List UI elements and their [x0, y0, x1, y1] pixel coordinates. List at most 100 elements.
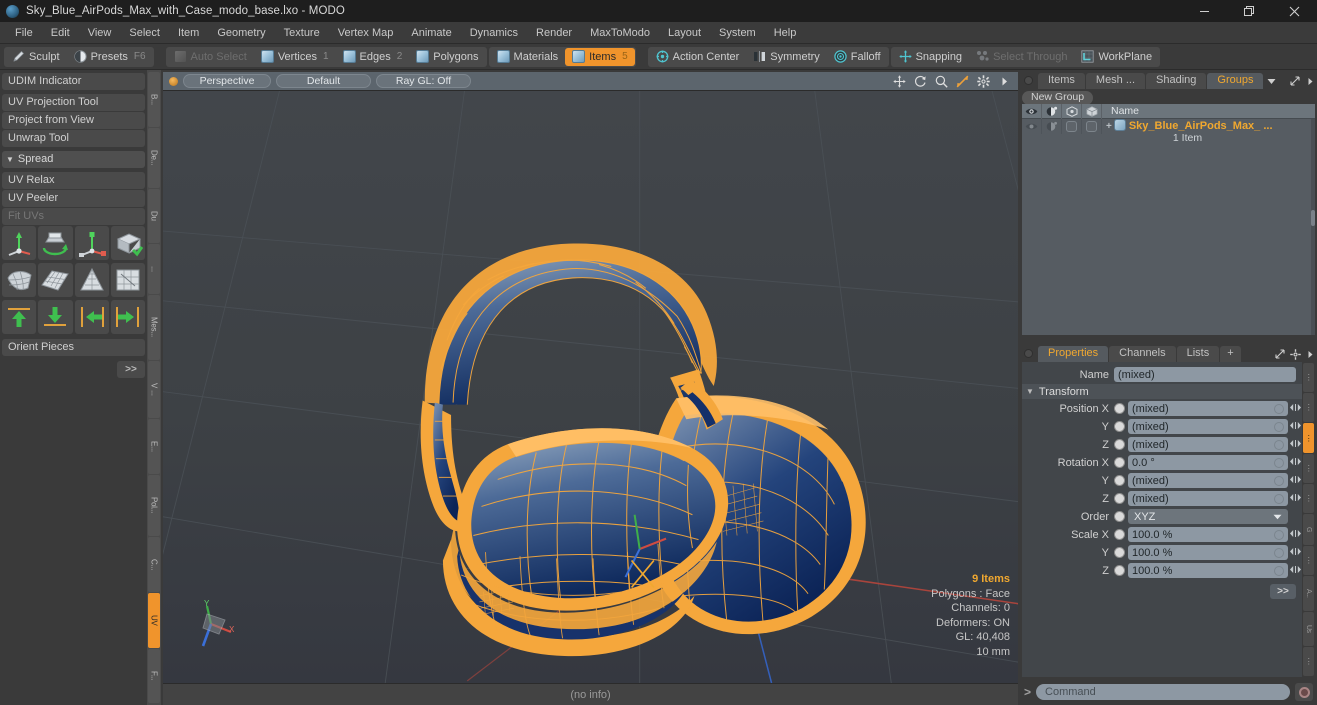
- expand-icon[interactable]: [1273, 346, 1287, 362]
- tool-uv-peeler[interactable]: UV Peeler: [2, 190, 145, 207]
- uv-move-icon[interactable]: [2, 226, 37, 260]
- mode-button-snapping[interactable]: Snapping: [891, 47, 970, 66]
- property-spinner[interactable]: [1288, 547, 1302, 559]
- mode-button-polygons[interactable]: Polygons: [409, 47, 486, 66]
- property-spinner[interactable]: [1288, 421, 1302, 433]
- mode-button-vertices[interactable]: Vertices 1: [253, 47, 336, 66]
- property-value-field[interactable]: (mixed): [1128, 437, 1288, 452]
- left-vtab-3[interactable]: ...: [148, 243, 160, 295]
- menu-item-select[interactable]: Select: [120, 22, 169, 44]
- property-key-toggle[interactable]: [1114, 403, 1125, 414]
- mode-button-items[interactable]: Items 5: [565, 47, 635, 66]
- property-value-field[interactable]: (mixed): [1128, 473, 1288, 488]
- mode-button-falloff[interactable]: Falloff: [826, 47, 888, 66]
- raygl-chip[interactable]: Ray GL: Off: [376, 74, 471, 88]
- property-spinner[interactable]: [1288, 439, 1302, 451]
- mode-button-sculpt[interactable]: Sculpt: [5, 47, 67, 66]
- viewport-menu-dot[interactable]: [169, 76, 178, 86]
- rotate-icon[interactable]: [912, 73, 928, 89]
- tab-properties[interactable]: Properties: [1038, 346, 1109, 362]
- chevron-right-icon[interactable]: [996, 73, 1012, 89]
- expand-icon[interactable]: [1288, 73, 1302, 89]
- menu-item-dynamics[interactable]: Dynamics: [461, 22, 527, 44]
- left-vtab-7[interactable]: Pol...: [148, 474, 160, 536]
- property-spinner[interactable]: [1288, 493, 1302, 505]
- right-strip-cell-4[interactable]: ⋮: [1303, 483, 1314, 514]
- menu-item-animate[interactable]: Animate: [402, 22, 460, 44]
- properties-more-button[interactable]: >>: [1270, 584, 1296, 599]
- record-icon[interactable]: [1295, 683, 1313, 701]
- right-strip-cell-9[interactable]: ⋮: [1303, 646, 1314, 677]
- uv-scale-icon[interactable]: [74, 226, 109, 260]
- mode-button-workplane[interactable]: WorkPlane: [1074, 47, 1160, 66]
- eye-icon[interactable]: [1022, 103, 1042, 119]
- property-value-field[interactable]: (mixed): [1128, 401, 1288, 416]
- left-vtab-9[interactable]: UV: [148, 593, 160, 649]
- orient-pieces-button[interactable]: Orient Pieces: [2, 339, 145, 356]
- mode-button-presets[interactable]: Presets F6: [66, 47, 153, 66]
- left-vtab-6[interactable]: E...: [148, 418, 160, 474]
- align-up-icon[interactable]: [2, 300, 37, 334]
- uv-quad-icon[interactable]: [110, 263, 145, 297]
- groups-scrollbar[interactable]: [1311, 119, 1315, 335]
- tab-mesh[interactable]: Mesh ...: [1085, 73, 1146, 89]
- tab-items[interactable]: Items: [1038, 73, 1085, 89]
- shading-mode-chip[interactable]: Default: [276, 74, 371, 88]
- property-value-field[interactable]: (mixed): [1128, 491, 1288, 506]
- chevron-right-icon[interactable]: [1303, 73, 1317, 89]
- transform-section-header[interactable]: ▼ Transform: [1022, 384, 1302, 399]
- menu-item-item[interactable]: Item: [169, 22, 208, 44]
- property-key-toggle[interactable]: [1114, 565, 1125, 576]
- expand-icon[interactable]: +: [1106, 121, 1112, 132]
- menu-item-texture[interactable]: Texture: [275, 22, 329, 44]
- left-vtab-10[interactable]: F...: [148, 649, 160, 703]
- uv-rotate-icon[interactable]: [38, 226, 73, 260]
- right-strip-cell-2[interactable]: ⋮: [1303, 423, 1314, 453]
- menu-item-geometry[interactable]: Geometry: [208, 22, 274, 44]
- left-vtab-8[interactable]: C...: [148, 536, 160, 593]
- align-down-icon[interactable]: [38, 300, 73, 334]
- tool-udim-indicator[interactable]: UDIM Indicator: [2, 73, 145, 90]
- mode-button-action-center[interactable]: Action Center: [648, 47, 747, 66]
- menu-item-file[interactable]: File: [6, 22, 42, 44]
- left-vtab-1[interactable]: De...: [148, 128, 160, 188]
- tab-groups[interactable]: Groups: [1207, 73, 1264, 89]
- render-icon[interactable]: [1042, 103, 1062, 119]
- left-more-button[interactable]: >>: [117, 361, 145, 378]
- left-vtab-2[interactable]: Du: [148, 188, 160, 243]
- chevron-right-icon[interactable]: [1303, 346, 1317, 362]
- 3d-viewport[interactable]: Y X 9 Items Polygons : Face Channels: 0 …: [163, 91, 1018, 683]
- property-key-toggle[interactable]: [1114, 475, 1125, 486]
- property-key-toggle[interactable]: [1114, 421, 1125, 432]
- command-input[interactable]: Command: [1036, 684, 1290, 700]
- align-left-icon[interactable]: [74, 300, 109, 334]
- left-vtab-4[interactable]: Mes...: [148, 295, 160, 360]
- shadow-icon[interactable]: [1062, 103, 1082, 119]
- property-key-toggle[interactable]: [1114, 529, 1125, 540]
- right-strip-cell-0[interactable]: ⋮: [1303, 363, 1314, 393]
- property-spinner[interactable]: [1288, 475, 1302, 487]
- right-strip-cell-8[interactable]: Us: [1303, 612, 1314, 646]
- move-icon[interactable]: [891, 73, 907, 89]
- uv-grid-icon[interactable]: [38, 263, 73, 297]
- close-button[interactable]: [1272, 0, 1317, 22]
- menu-item-maxtomodo[interactable]: MaxToModo: [581, 22, 659, 44]
- tab-lists[interactable]: Lists: [1176, 346, 1220, 362]
- minimize-button[interactable]: [1182, 0, 1227, 22]
- panel-menu-dot[interactable]: [1024, 76, 1033, 85]
- tool-uv-projection-tool[interactable]: UV Projection Tool: [2, 94, 145, 111]
- uv-unwrap-icon[interactable]: [2, 263, 37, 297]
- property-value-field[interactable]: 0.0 °: [1128, 455, 1288, 470]
- tab-shading[interactable]: Shading: [1146, 73, 1207, 89]
- tab-[interactable]: +: [1220, 346, 1241, 362]
- mode-button-materials[interactable]: Materials: [489, 47, 566, 66]
- name-field[interactable]: (mixed): [1114, 367, 1296, 382]
- chevron-down-icon[interactable]: [1264, 73, 1278, 89]
- view-mode-chip[interactable]: Perspective: [183, 74, 271, 88]
- property-value-field[interactable]: (mixed): [1128, 419, 1288, 434]
- gear-icon[interactable]: [975, 73, 991, 89]
- fit-view-icon[interactable]: [954, 73, 970, 89]
- property-key-toggle[interactable]: [1114, 493, 1125, 504]
- menu-item-edit[interactable]: Edit: [42, 22, 79, 44]
- zoom-icon[interactable]: [933, 73, 949, 89]
